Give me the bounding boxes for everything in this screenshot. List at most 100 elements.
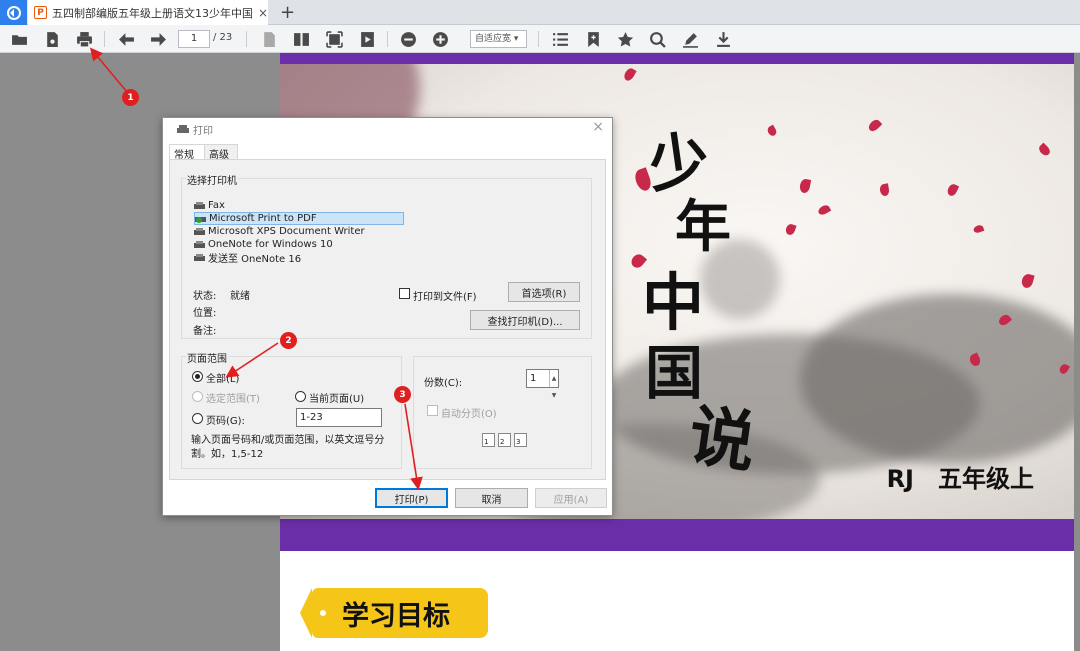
document-tab[interactable]: P 五四制部编版五年级上册语文13少年中国说... × — [28, 0, 268, 25]
print-button[interactable]: 打印(P) — [375, 488, 448, 508]
cover-title-char: 说 — [684, 395, 761, 483]
single-page-icon[interactable] — [259, 29, 279, 49]
page-range-input[interactable]: 1-23 — [296, 408, 382, 427]
petal-shape — [816, 203, 832, 217]
tab-close-icon[interactable]: × — [258, 6, 268, 20]
printer-list[interactable]: Fax Microsoft Print to PDF Microsoft XPS… — [194, 199, 404, 265]
collate-label: 自动分页(O) — [441, 409, 497, 420]
dialog-title-bar: 打印 — [177, 122, 213, 137]
printer-icon — [194, 240, 205, 248]
range-selection-label: 选定范围(T) — [206, 394, 260, 405]
arrow-right-icon[interactable] — [148, 29, 168, 49]
collate-checkbox — [427, 405, 438, 416]
printer-icon — [194, 201, 205, 209]
printer-item-onenote16[interactable]: 发送至 OneNote 16 — [194, 251, 404, 265]
printer-name: 发送至 OneNote 16 — [208, 254, 302, 265]
page-total: / 23 — [213, 32, 233, 43]
dialog-body: 选择打印机 Fax Microsoft Print to PDF Microso… — [169, 159, 606, 480]
petal-shape — [766, 124, 778, 138]
range-pages-radio[interactable] — [192, 413, 203, 424]
printer-group: 选择打印机 Fax Microsoft Print to PDF Microso… — [181, 172, 592, 339]
status-label: 状态: — [193, 291, 217, 302]
printer-default-icon — [195, 216, 206, 223]
print-dialog: 打印 × 常规 高级 选择打印机 Fax Microsoft Print to … — [162, 117, 613, 516]
grade-label: RJ 五年级上 — [886, 465, 1034, 493]
copies-group: 份数(C): 1 ▲ ▼ 自动分页(O) 123 — [413, 356, 592, 469]
printer-item-xps[interactable]: Microsoft XPS Document Writer — [194, 225, 404, 238]
page-range-label: 页面范围 — [186, 350, 228, 365]
folder-icon[interactable] — [9, 29, 29, 49]
step-marker-3: 3 — [394, 386, 411, 403]
apply-button: 应用(A) — [535, 488, 607, 508]
step-marker-2: 2 — [280, 332, 297, 349]
tab-title: 五四制部编版五年级上册语文13少年中国说... — [52, 6, 252, 20]
printer-name: Microsoft XPS Document Writer — [208, 226, 365, 237]
print-icon[interactable] — [74, 29, 94, 49]
page-top-band — [280, 53, 1074, 64]
comment-label: 备注: — [193, 326, 217, 337]
fit-page-icon[interactable] — [324, 29, 344, 49]
find-printer-button[interactable]: 查找打印机(D)... — [470, 310, 580, 330]
printer-icon — [194, 253, 205, 261]
zoom-in-icon[interactable] — [430, 29, 450, 49]
copies-spinner[interactable]: ▲ ▼ — [549, 370, 558, 399]
rotate-icon[interactable] — [357, 29, 377, 49]
range-current-radio[interactable] — [295, 391, 306, 402]
petal-shape — [622, 66, 637, 83]
search-icon[interactable] — [647, 29, 667, 49]
tab-bar: P 五四制部编版五年级上册语文13少年中国说... × + — [0, 0, 1080, 25]
petal-shape — [866, 117, 883, 134]
dialog-close-icon[interactable]: × — [592, 119, 604, 135]
petal-shape — [879, 183, 890, 197]
range-pages-label: 页码(G): — [206, 416, 245, 427]
double-page-icon[interactable] — [291, 29, 311, 49]
printer-item-fax[interactable]: Fax — [194, 199, 404, 212]
printer-group-label: 选择打印机 — [186, 172, 238, 187]
new-tab-button[interactable]: + — [280, 2, 295, 23]
annotate-icon[interactable] — [680, 29, 700, 49]
copies-label: 份数(C): — [424, 378, 463, 389]
petal-shape — [972, 224, 985, 234]
zoom-select[interactable]: 自适应宽 ▾ — [470, 30, 527, 48]
range-all-radio[interactable] — [192, 371, 203, 382]
app-logo-icon[interactable] — [0, 0, 27, 25]
spin-up-icon[interactable]: ▲ — [552, 370, 557, 387]
print-to-file-label: 打印到文件(F) — [413, 292, 477, 303]
petal-shape — [945, 182, 960, 198]
star-icon[interactable] — [615, 29, 635, 49]
range-current-label: 当前页面(U) — [309, 394, 365, 405]
range-selection-radio — [192, 391, 203, 402]
copies-input[interactable]: 1 ▲ ▼ — [526, 369, 559, 399]
list-icon[interactable] — [550, 29, 570, 49]
zoom-out-icon[interactable] — [398, 29, 418, 49]
location-label: 位置: — [193, 308, 217, 319]
petal-shape — [1037, 142, 1052, 158]
tab-advanced[interactable]: 高级 — [204, 144, 238, 161]
page-number-input[interactable]: 1 — [178, 30, 210, 48]
petal-shape — [784, 222, 797, 237]
preferences-button[interactable]: 首选项(R) — [508, 282, 580, 302]
printer-item-pdf[interactable]: Microsoft Print to PDF — [194, 212, 404, 225]
toolbar: 1 / 23 自适应宽 ▾ — [0, 25, 1080, 53]
cover-title-char: 年 — [675, 194, 731, 260]
range-hint: 输入页面号码和/或页面范围，以英文逗号分割。如，1,5-12 — [191, 435, 385, 460]
petal-shape — [1020, 272, 1035, 290]
print-to-file-checkbox[interactable] — [399, 288, 410, 299]
petal-shape — [798, 178, 812, 194]
page-range-group: 页面范围 全部(L) 选定范围(T) 当前页面(U) 页码(G): 1-23 输… — [181, 350, 402, 469]
bookmark-icon[interactable] — [583, 29, 603, 49]
arrow-left-icon[interactable] — [116, 29, 136, 49]
cancel-button[interactable]: 取消 — [455, 488, 528, 508]
download-icon[interactable] — [713, 29, 733, 49]
printer-name: Fax — [208, 200, 225, 211]
save-icon[interactable] — [42, 29, 62, 49]
printer-icon — [177, 125, 189, 133]
printer-name: OneNote for Windows 10 — [208, 239, 333, 250]
copies-value: 1 — [530, 373, 537, 384]
arrow-1 — [89, 47, 128, 93]
pdf-file-icon: P — [34, 6, 47, 19]
learning-goal-tag: 学习目标 — [300, 588, 488, 638]
range-all-label: 全部(L) — [206, 374, 240, 385]
printer-icon — [194, 227, 205, 235]
spin-down-icon[interactable]: ▼ — [552, 387, 557, 404]
